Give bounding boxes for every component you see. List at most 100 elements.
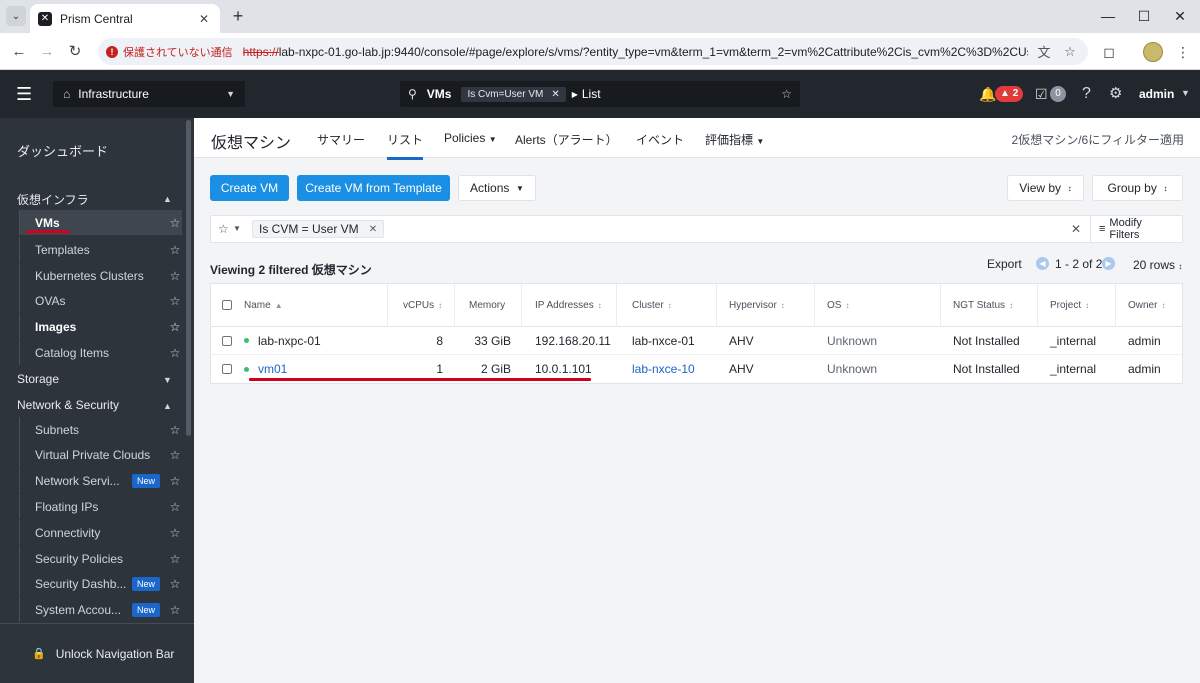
security-warning[interactable]: 保護されていない通信 (123, 44, 233, 60)
search-star-icon[interactable]: ☆ (781, 87, 792, 101)
select-all-checkbox[interactable] (222, 284, 232, 326)
tasks-icon[interactable]: ☑ (1035, 85, 1048, 103)
sidebar-section-network[interactable]: Network & Security (17, 398, 119, 412)
actions-button[interactable]: Actions ▼ (458, 175, 536, 201)
column-header-hypervisor[interactable]: Hypervisor ↕ (729, 284, 785, 326)
checkbox[interactable] (222, 300, 232, 310)
sidebar-item-ovas[interactable]: OVAs ☆ (19, 288, 182, 313)
checkbox[interactable] (222, 335, 232, 346)
search-filter-chip[interactable]: Is Cvm=User VM ✕ (461, 86, 566, 102)
sidebar-item-floating-ips[interactable]: Floating IPs ☆ (19, 494, 182, 519)
checkbox[interactable] (222, 364, 232, 374)
bookmark-star-icon[interactable]: ☆ (1060, 44, 1080, 60)
chevron-down-icon[interactable]: ▼ (163, 375, 172, 385)
task-count-badge[interactable]: 0 (1050, 86, 1066, 102)
view-by-button[interactable]: View by ↕ (1007, 175, 1084, 201)
next-page-icon[interactable]: ▶ (1102, 257, 1115, 270)
window-close-icon[interactable]: ✕ (1170, 6, 1190, 26)
address-bar[interactable]: ! 保護されていない通信 https://lab-nxpc-01.go-lab.… (98, 38, 1088, 65)
column-header-ngt[interactable]: NGT Status ↕ (953, 284, 1013, 326)
cluster-link[interactable]: lab-nxce-10 (632, 355, 695, 383)
sidebar-item-kubernetes[interactable]: Kubernetes Clusters ☆ (19, 263, 182, 288)
extensions-icon[interactable]: ◻ (1098, 41, 1120, 63)
new-tab-icon[interactable]: + (228, 6, 248, 26)
back-icon[interactable]: ← (8, 41, 30, 63)
column-header-project[interactable]: Project ↕ (1050, 284, 1089, 326)
sidebar-scrollbar[interactable] (186, 120, 191, 436)
filter-chip-close-icon[interactable]: ✕ (369, 224, 377, 235)
context-selector[interactable]: ⌂ Infrastructure ▼ (53, 81, 245, 107)
vm-name-link[interactable]: vm01 (258, 362, 287, 376)
prev-page-icon[interactable]: ◀ (1036, 257, 1049, 270)
translate-icon[interactable]: 文 (1034, 42, 1054, 61)
chevron-down-icon[interactable]: ▼ (233, 224, 241, 233)
chip-close-icon[interactable]: ✕ (551, 89, 559, 100)
sidebar-section-virtual[interactable]: 仮想インフラ (17, 191, 89, 208)
star-icon[interactable]: ☆ (168, 474, 182, 488)
star-icon[interactable]: ☆ (168, 577, 182, 591)
minimize-icon[interactable]: — (1098, 6, 1118, 26)
star-icon[interactable]: ☆ (168, 269, 182, 283)
sidebar-item-catalog[interactable]: Catalog Items ☆ (19, 340, 182, 365)
sidebar-item-vpc[interactable]: Virtual Private Clouds ☆ (19, 442, 182, 467)
tab-search-icon[interactable]: ⌄ (6, 6, 26, 26)
hamburger-menu-icon[interactable]: ☰ (16, 85, 32, 103)
column-header-memory[interactable]: Memory (469, 284, 509, 326)
tab-list[interactable]: リスト (387, 131, 424, 160)
rows-per-page[interactable]: 20 rows ↕ (1133, 258, 1182, 272)
sidebar-item-subnets[interactable]: Subnets ☆ (19, 417, 182, 442)
user-chevron-down-icon[interactable]: ▼ (1181, 88, 1190, 98)
star-icon[interactable]: ☆ (168, 294, 182, 308)
sidebar-item-system-accounts[interactable]: System Accou... New ☆ (19, 597, 182, 622)
group-by-button[interactable]: Group by ↕ (1092, 175, 1183, 201)
browser-tab[interactable]: ✕ Prism Central ✕ (30, 4, 220, 33)
global-search[interactable]: ⚲ VMs Is Cvm=User VM ✕ ▶ List ☆ (400, 81, 800, 107)
filter-chip[interactable]: Is CVM = User VM ✕ (252, 220, 385, 238)
star-icon[interactable]: ☆ (168, 603, 182, 617)
sidebar-item-images[interactable]: Images ☆ (19, 314, 182, 339)
create-vm-button[interactable]: Create VM (210, 175, 289, 201)
unlock-navigation-button[interactable]: 🔒 Unlock Navigation Bar (0, 623, 194, 683)
star-icon[interactable]: ☆ (168, 346, 182, 360)
sidebar-item-network-services[interactable]: Network Servi... New ☆ (19, 468, 182, 493)
tab-alerts[interactable]: Alerts（アラート） (515, 131, 618, 148)
column-header-os[interactable]: OS ↕ (827, 284, 849, 326)
chevron-up-icon[interactable]: ▲ (163, 194, 172, 204)
star-icon[interactable]: ☆ (168, 500, 182, 514)
reload-icon[interactable]: ↻ (64, 41, 86, 63)
clear-filters-icon[interactable]: ✕ (1071, 222, 1081, 236)
star-icon[interactable]: ☆ (168, 243, 182, 257)
favorite-filter-star-icon[interactable]: ☆ (218, 222, 229, 236)
modify-filters-button[interactable]: ≡ Modify Filters (1090, 216, 1182, 242)
bell-icon[interactable]: 🔔 (979, 85, 996, 103)
tab-events[interactable]: イベント (636, 131, 684, 148)
sidebar-item-security-policies[interactable]: Security Policies ☆ (19, 546, 182, 571)
table-row[interactable]: lab-nxpc-01 8 33 GiB 192.168.20.11 lab-n… (211, 327, 1182, 355)
column-header-owner[interactable]: Owner ↕ (1128, 284, 1165, 326)
star-icon[interactable]: ☆ (168, 320, 182, 334)
gear-icon[interactable]: ⚙ (1109, 85, 1122, 103)
star-icon[interactable]: ☆ (168, 216, 182, 230)
column-header-vcpus[interactable]: vCPUs ↕ (403, 284, 442, 326)
sidebar-item-security-dashboard[interactable]: Security Dashb... New ☆ (19, 571, 182, 596)
url-text[interactable]: https://lab-nxpc-01.go-lab.jp:9440/conso… (243, 45, 1028, 59)
star-icon[interactable]: ☆ (168, 552, 182, 566)
sidebar-dashboard[interactable]: ダッシュボード (17, 141, 108, 160)
help-icon[interactable]: ? (1082, 85, 1091, 103)
maximize-icon[interactable]: ☐ (1134, 6, 1154, 26)
column-header-name[interactable]: Name ▲ (244, 284, 283, 326)
forward-icon[interactable]: → (36, 41, 58, 63)
sidebar-section-storage[interactable]: Storage (17, 372, 59, 386)
column-header-ip[interactable]: IP Addresses ↕ (535, 284, 602, 326)
sidebar-item-connectivity[interactable]: Connectivity ☆ (19, 520, 182, 545)
row-checkbox[interactable] (222, 355, 232, 383)
chevron-up-icon[interactable]: ▲ (163, 401, 172, 411)
star-icon[interactable]: ☆ (168, 423, 182, 437)
column-header-cluster[interactable]: Cluster ↕ (632, 284, 672, 326)
tab-policies[interactable]: Policies ▼ (444, 131, 497, 145)
tab-metrics[interactable]: 評価指標 ▼ (705, 131, 764, 148)
profile-avatar[interactable] (1143, 42, 1163, 62)
sidebar-item-templates[interactable]: Templates ☆ (19, 237, 182, 262)
star-icon[interactable]: ☆ (168, 448, 182, 462)
create-vm-from-template-button[interactable]: Create VM from Template (297, 175, 450, 201)
